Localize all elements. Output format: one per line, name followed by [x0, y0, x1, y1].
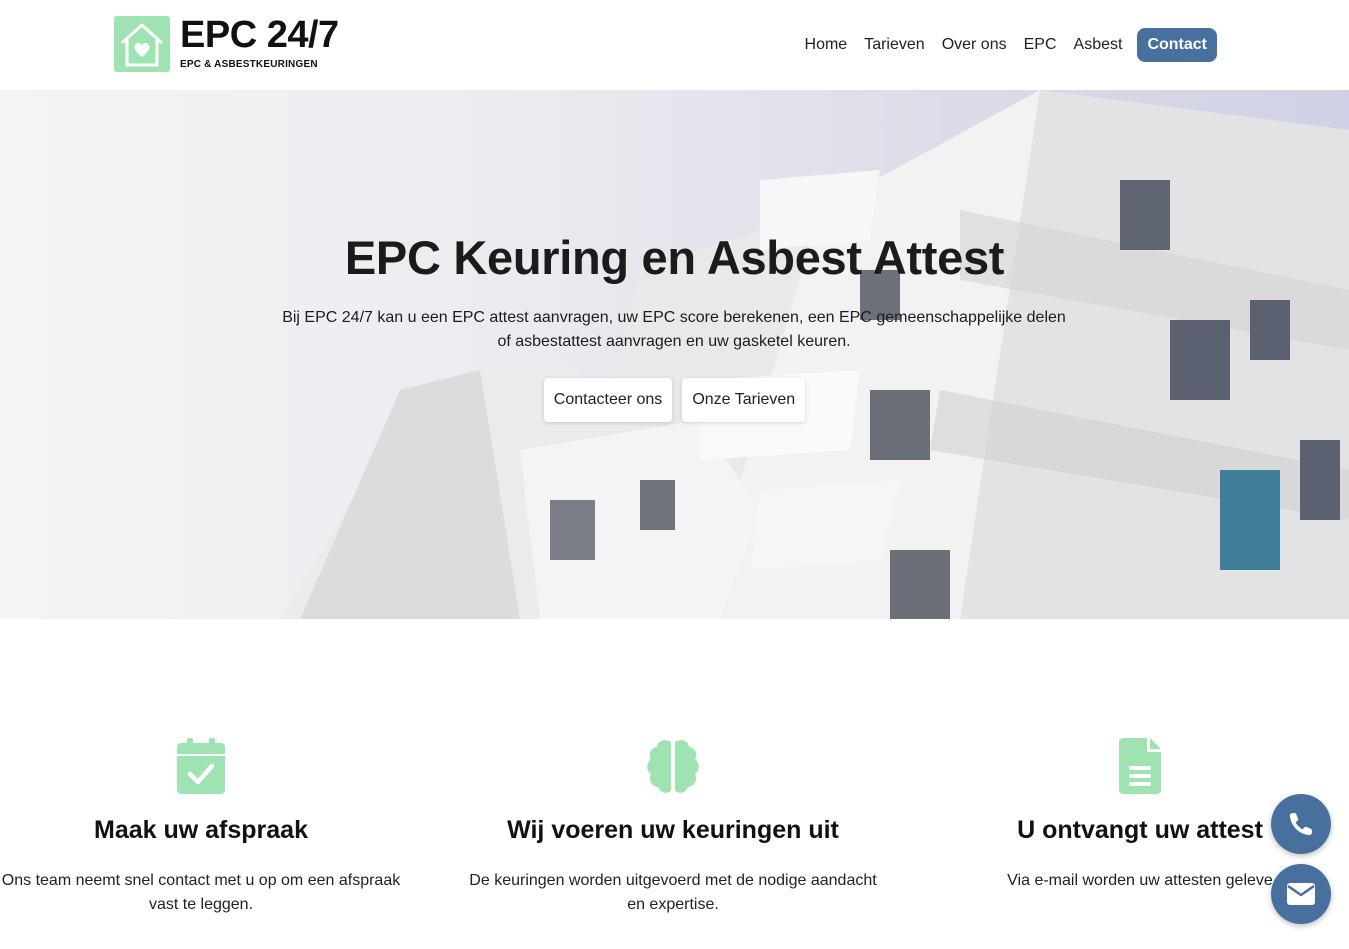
contact-button[interactable]: Contact: [1137, 28, 1217, 62]
feature-afspraak: Maak uw afspraak Ons team neemt snel con…: [0, 738, 411, 917]
nav-home[interactable]: Home: [805, 28, 848, 62]
mail-button[interactable]: [1271, 864, 1331, 924]
site-header: EPC 24/7 EPC & ASBESTKEURINGEN Home Tari…: [0, 0, 1349, 90]
hero-section: EPC Keuring en Asbest Attest Bij EPC 24/…: [0, 90, 1349, 619]
feature-title: Wij voeren uw keuringen uit: [507, 816, 839, 844]
house-heart-icon: [114, 16, 170, 72]
logo-subtitle: EPC & ASBESTKEURINGEN: [180, 59, 318, 70]
main-nav: Home Tarieven Over ons EPC Asbest Contac…: [788, 28, 1217, 62]
nav-asbest[interactable]: Asbest: [1074, 28, 1123, 62]
logo[interactable]: EPC 24/7 EPC & ASBESTKEURINGEN: [114, 16, 339, 72]
nav-over-ons[interactable]: Over ons: [942, 28, 1007, 62]
feature-title: Maak uw afspraak: [94, 816, 308, 844]
calendar-check-icon: [177, 738, 225, 794]
nav-tarieven[interactable]: Tarieven: [864, 28, 924, 62]
feature-keuringen: Wij voeren uw keuringen uit De keuringen…: [463, 738, 883, 917]
feature-text: De keuringen worden uitgevoerd met de no…: [469, 872, 877, 913]
hero-buttons: Contacteer ons Onze Tarieven: [0, 378, 1349, 422]
building-background-image: [280, 90, 1349, 619]
phone-button[interactable]: [1271, 794, 1331, 854]
hero-title: EPC Keuring en Asbest Attest: [344, 231, 1005, 284]
document-icon: [1119, 738, 1161, 794]
feature-text: Ons team neemt snel contact met u op om …: [1, 872, 401, 913]
hero-subtitle: Bij EPC 24/7 kan u een EPC attest aanvra…: [282, 309, 1066, 350]
contacteer-ons-button[interactable]: Contacteer ons: [543, 378, 673, 422]
brain-icon: [647, 740, 699, 793]
onze-tarieven-button[interactable]: Onze Tarieven: [682, 378, 806, 422]
phone-icon: [1289, 813, 1312, 836]
logo-title: EPC 24/7: [180, 14, 339, 56]
envelope-icon: [1287, 883, 1315, 905]
nav-epc[interactable]: EPC: [1024, 28, 1057, 62]
